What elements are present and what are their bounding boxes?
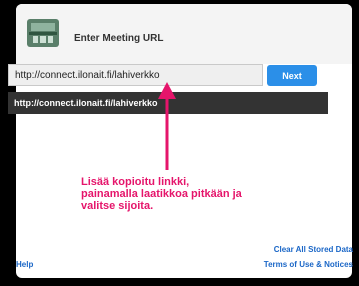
annotation-line-1: Lisää kopioitu linkki, xyxy=(81,176,190,188)
terms-link[interactable]: Terms of Use & Notices xyxy=(264,260,353,269)
annotation-text: Lisää kopioitu linkki, painamalla laatik… xyxy=(81,176,281,212)
clear-data-link[interactable]: Clear All Stored Data xyxy=(274,245,353,254)
annotation-line-3: valitse sijoita. xyxy=(81,200,154,212)
annotation-arrow xyxy=(158,82,176,170)
annotation-line-2: painamalla laatikkoa pitkään ja xyxy=(81,188,242,200)
help-link[interactable]: Help xyxy=(16,260,33,269)
